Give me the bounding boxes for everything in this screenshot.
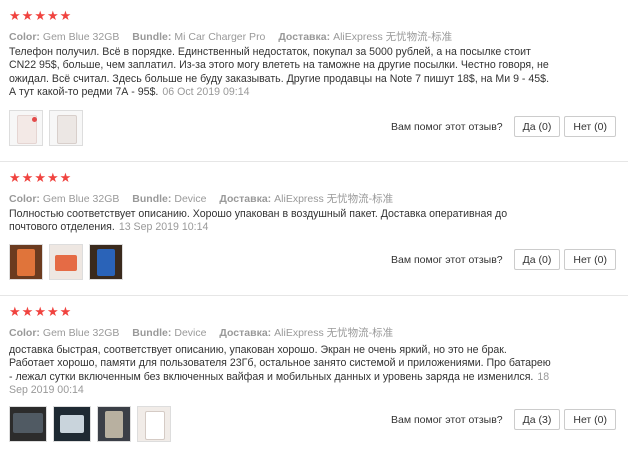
review-photo[interactable] <box>49 244 83 280</box>
helpful-no-button[interactable]: Нет (0) <box>564 116 616 137</box>
review-photo[interactable] <box>53 406 91 442</box>
review-photo[interactable] <box>97 406 131 442</box>
star-icon: ★ <box>9 8 21 23</box>
review-photo[interactable] <box>89 244 123 280</box>
star-icon: ★ <box>21 170 34 185</box>
review-date: 06 Oct 2019 09:14 <box>162 85 250 98</box>
helpful-vote: Вам помог этот отзыв? Да (0) Нет (0) <box>391 116 616 137</box>
helpful-question: Вам помог этот отзыв? <box>390 413 503 426</box>
star-icon: ★ <box>59 8 72 23</box>
review-item: ★ ★ ★ ★ ★ Color: Gem Blue 32GB Bundle: Mi … <box>0 0 628 162</box>
review-photo[interactable] <box>137 406 171 442</box>
star-icon: ★ <box>46 304 59 319</box>
review-body: Телефон получил. Всё в порядке. Единстве… <box>9 46 550 98</box>
star-icon: ★ <box>21 304 34 319</box>
bundle-value: Device <box>174 193 207 205</box>
star-icon: ★ <box>46 8 59 23</box>
review-photos <box>9 244 123 280</box>
shipping-value: AliExpress 无忧物流-标准 <box>333 31 453 43</box>
star-icon: ★ <box>59 170 72 185</box>
color-value: Gem Blue 32GB <box>42 193 120 205</box>
rating-stars: ★ ★ ★ ★ ★ <box>9 9 71 22</box>
star-icon: ★ <box>9 304 21 319</box>
color-value: Gem Blue 32GB <box>42 327 120 339</box>
rating-stars: ★ ★ ★ ★ ★ <box>9 171 71 184</box>
star-icon: ★ <box>34 304 46 319</box>
shipping-value: AliExpress 无忧物流-标准 <box>274 327 394 339</box>
review-photo[interactable] <box>9 110 43 146</box>
color-value: Gem Blue 32GB <box>42 31 120 43</box>
review-body: доставка быстрая, соответствует описанию… <box>9 344 551 383</box>
review-item: ★ ★ ★ ★ ★ Color: Gem Blue 32GB Bundle: Dev… <box>0 162 628 296</box>
shipping-label: Доставка: <box>219 193 272 205</box>
review-body: Полностью соответствует описанию. Хорошо… <box>9 208 508 234</box>
helpful-question: Вам помог этот отзыв? <box>390 120 503 133</box>
shipping-label: Доставка: <box>278 31 331 43</box>
star-icon: ★ <box>34 8 46 23</box>
rating-stars: ★ ★ ★ ★ ★ <box>9 305 71 318</box>
helpful-no-button[interactable]: Нет (0) <box>564 409 616 430</box>
bundle-value: Device <box>174 327 207 339</box>
star-icon: ★ <box>46 170 59 185</box>
review-properties: Color: Gem Blue 32GB Bundle: Mi Car Charge… <box>9 29 462 44</box>
star-icon: ★ <box>9 170 21 185</box>
review-text: Полностью соответствует описанию. Хорошо… <box>9 208 554 235</box>
shipping-label: Доставка: <box>219 327 272 339</box>
helpful-vote: Вам помог этот отзыв? Да (3) Нет (0) <box>391 409 616 430</box>
review-photos <box>9 110 83 146</box>
color-label: Color: <box>9 193 40 205</box>
star-icon: ★ <box>59 304 72 319</box>
review-item: ★ ★ ★ ★ ★ Color: Gem Blue 32GB Bundle: Dev… <box>0 296 628 459</box>
shipping-value: AliExpress 无忧物流-标准 <box>274 193 394 205</box>
bundle-value: Mi Car Charger Pro <box>174 31 266 43</box>
helpful-yes-button[interactable]: Да (0) <box>513 116 561 137</box>
review-properties: Color: Gem Blue 32GB Bundle: Device Достав… <box>9 191 403 206</box>
color-label: Color: <box>9 327 40 339</box>
helpful-yes-button[interactable]: Да (3) <box>513 409 561 430</box>
review-photo[interactable] <box>9 244 43 280</box>
review-text: Телефон получил. Всё в порядке. Единстве… <box>9 46 554 99</box>
review-date: 13 Sep 2019 10:14 <box>118 221 209 234</box>
bundle-label: Bundle: <box>132 327 172 339</box>
bundle-label: Bundle: <box>132 193 172 205</box>
bundle-label: Bundle: <box>132 31 172 43</box>
review-photos <box>9 406 171 442</box>
helpful-yes-button[interactable]: Да (0) <box>513 249 561 270</box>
star-icon: ★ <box>21 8 34 23</box>
review-properties: Color: Gem Blue 32GB Bundle: Device Достав… <box>9 325 403 340</box>
helpful-question: Вам помог этот отзыв? <box>390 253 503 266</box>
review-text: доставка быстрая, соответствует описанию… <box>9 344 554 397</box>
star-icon: ★ <box>34 170 46 185</box>
helpful-vote: Вам помог этот отзыв? Да (0) Нет (0) <box>391 249 616 270</box>
review-photo[interactable] <box>9 406 47 442</box>
review-photo[interactable] <box>49 110 83 146</box>
color-label: Color: <box>9 31 40 43</box>
helpful-no-button[interactable]: Нет (0) <box>564 249 616 270</box>
